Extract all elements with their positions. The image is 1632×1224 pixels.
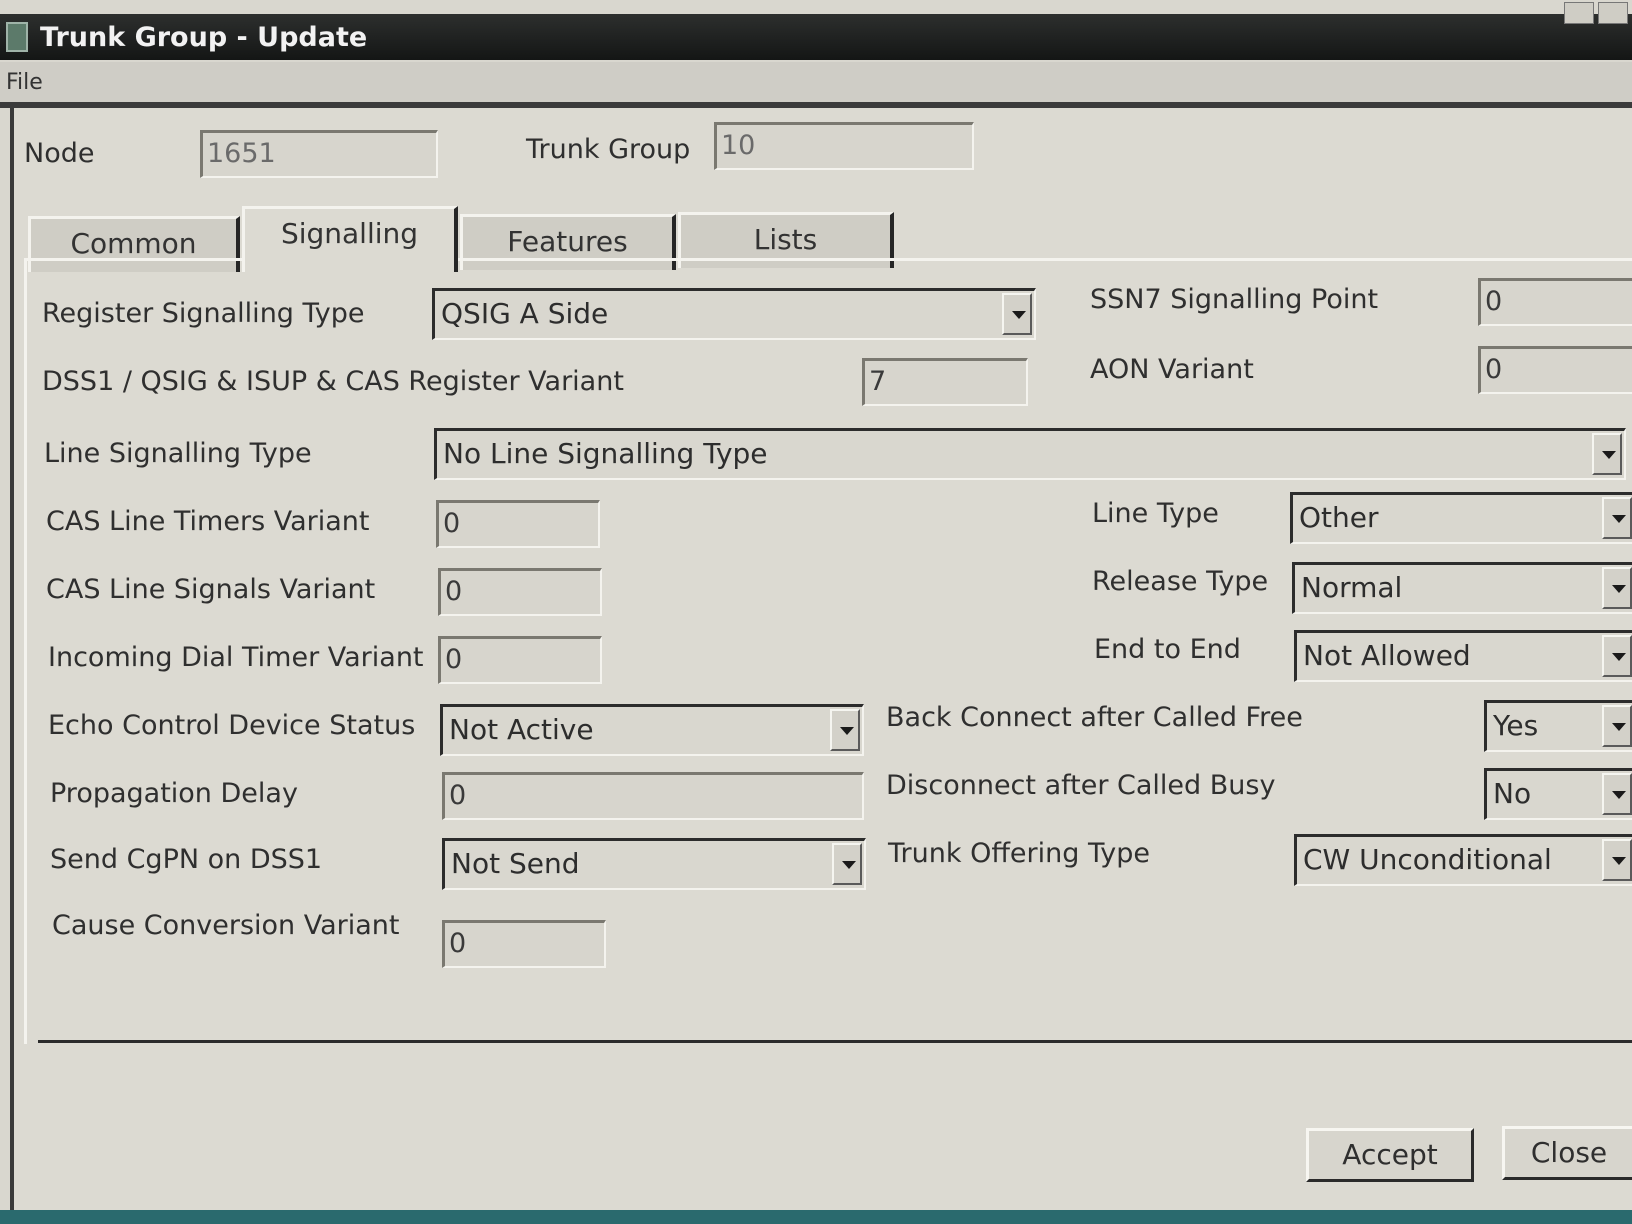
- chevron-down-icon[interactable]: [830, 709, 860, 751]
- echo-control-device-status-select[interactable]: Not Active: [440, 704, 864, 756]
- panel-bottom-border: [38, 1040, 1632, 1043]
- chevron-down-icon[interactable]: [1602, 705, 1632, 747]
- cause-conversion-variant-label: Cause Conversion Variant: [52, 910, 400, 941]
- close-button[interactable]: Close: [1502, 1126, 1632, 1180]
- register-variant-label: DSS1 / QSIG & ISUP & CAS Register Varian…: [42, 366, 624, 397]
- register-variant-field[interactable]: 7: [862, 358, 1028, 406]
- propagation-delay-field[interactable]: 0: [442, 772, 864, 820]
- disconnect-after-called-busy-value: No: [1493, 777, 1532, 810]
- register-signalling-type-label: Register Signalling Type: [42, 298, 365, 329]
- chevron-down-icon[interactable]: [1002, 293, 1032, 335]
- ssn7-signalling-point-field[interactable]: 0: [1478, 278, 1632, 326]
- send-cgpn-on-dss1-label: Send CgPN on DSS1: [50, 844, 323, 875]
- end-to-end-value: Not Allowed: [1303, 639, 1471, 672]
- line-signalling-type-value: No Line Signalling Type: [443, 437, 768, 470]
- send-cgpn-on-dss1-value: Not Send: [451, 847, 580, 880]
- aon-variant-field[interactable]: 0: [1478, 346, 1632, 394]
- trunk-offering-type-value: CW Unconditional: [1303, 843, 1552, 876]
- menu-file[interactable]: File: [6, 70, 43, 95]
- register-signalling-type-select[interactable]: QSIG A Side: [432, 288, 1036, 340]
- back-connect-after-called-free-select[interactable]: Yes: [1484, 700, 1632, 752]
- chevron-down-icon[interactable]: [1602, 497, 1632, 539]
- aon-variant-label: AON Variant: [1090, 354, 1254, 385]
- cause-conversion-variant-field[interactable]: 0: [442, 920, 606, 968]
- window-controls: [1564, 2, 1628, 24]
- node-field[interactable]: 1651: [200, 130, 438, 178]
- echo-control-device-status-value: Not Active: [449, 713, 594, 746]
- register-signalling-type-value: QSIG A Side: [441, 297, 609, 330]
- maximize-icon[interactable]: [1598, 2, 1628, 24]
- chevron-down-icon[interactable]: [1602, 839, 1632, 881]
- window-title: Trunk Group - Update: [40, 21, 368, 53]
- ssn7-signalling-point-label: SSN7 Signalling Point: [1090, 284, 1379, 315]
- dialog-content: Node 1651 Trunk Group 10 Common Signalli…: [10, 108, 1632, 1210]
- trunk-offering-type-select[interactable]: CW Unconditional: [1294, 834, 1632, 886]
- echo-control-device-status-label: Echo Control Device Status: [48, 710, 416, 741]
- incoming-dial-timer-variant-field[interactable]: 0: [438, 636, 602, 684]
- send-cgpn-on-dss1-select[interactable]: Not Send: [442, 838, 866, 890]
- chevron-down-icon[interactable]: [1592, 433, 1622, 475]
- chevron-down-icon[interactable]: [1602, 773, 1632, 815]
- app-icon[interactable]: [6, 22, 28, 52]
- back-connect-after-called-free-label: Back Connect after Called Free: [886, 702, 1303, 733]
- accept-button[interactable]: Accept: [1306, 1128, 1474, 1182]
- release-type-label: Release Type: [1092, 566, 1269, 597]
- tab-signalling[interactable]: Signalling: [242, 206, 458, 272]
- chevron-down-icon[interactable]: [832, 843, 862, 885]
- chevron-down-icon[interactable]: [1602, 567, 1632, 609]
- trunk-offering-type-label: Trunk Offering Type: [888, 838, 1150, 869]
- disconnect-after-called-busy-label: Disconnect after Called Busy: [886, 770, 1276, 801]
- propagation-delay-label: Propagation Delay: [50, 778, 298, 809]
- line-signalling-type-label: Line Signalling Type: [44, 438, 312, 469]
- minimize-icon[interactable]: [1564, 2, 1594, 24]
- trunk-group-label: Trunk Group: [526, 134, 691, 165]
- cas-line-signals-variant-label: CAS Line Signals Variant: [46, 574, 376, 605]
- line-type-value: Other: [1299, 501, 1379, 534]
- release-type-value: Normal: [1301, 571, 1403, 604]
- incoming-dial-timer-variant-label: Incoming Dial Timer Variant: [48, 642, 424, 673]
- cas-line-timers-variant-field[interactable]: 0: [436, 500, 600, 548]
- end-to-end-select[interactable]: Not Allowed: [1294, 630, 1632, 682]
- line-signalling-type-select[interactable]: No Line Signalling Type: [434, 428, 1626, 480]
- line-type-label: Line Type: [1092, 498, 1219, 529]
- release-type-select[interactable]: Normal: [1292, 562, 1632, 614]
- back-connect-after-called-free-value: Yes: [1493, 709, 1539, 742]
- title-bar[interactable]: Trunk Group - Update: [0, 2, 1632, 60]
- line-type-select[interactable]: Other: [1290, 492, 1632, 544]
- chevron-down-icon[interactable]: [1602, 635, 1632, 677]
- node-label: Node: [24, 138, 95, 169]
- trunk-group-update-window: Trunk Group - Update File Node 1651 Trun…: [0, 0, 1632, 1210]
- trunk-group-field[interactable]: 10: [714, 122, 974, 170]
- end-to-end-label: End to End: [1094, 634, 1241, 665]
- cas-line-timers-variant-label: CAS Line Timers Variant: [46, 506, 370, 537]
- menu-bar: File: [0, 62, 1632, 102]
- disconnect-after-called-busy-select[interactable]: No: [1484, 768, 1632, 820]
- cas-line-signals-variant-field[interactable]: 0: [438, 568, 602, 616]
